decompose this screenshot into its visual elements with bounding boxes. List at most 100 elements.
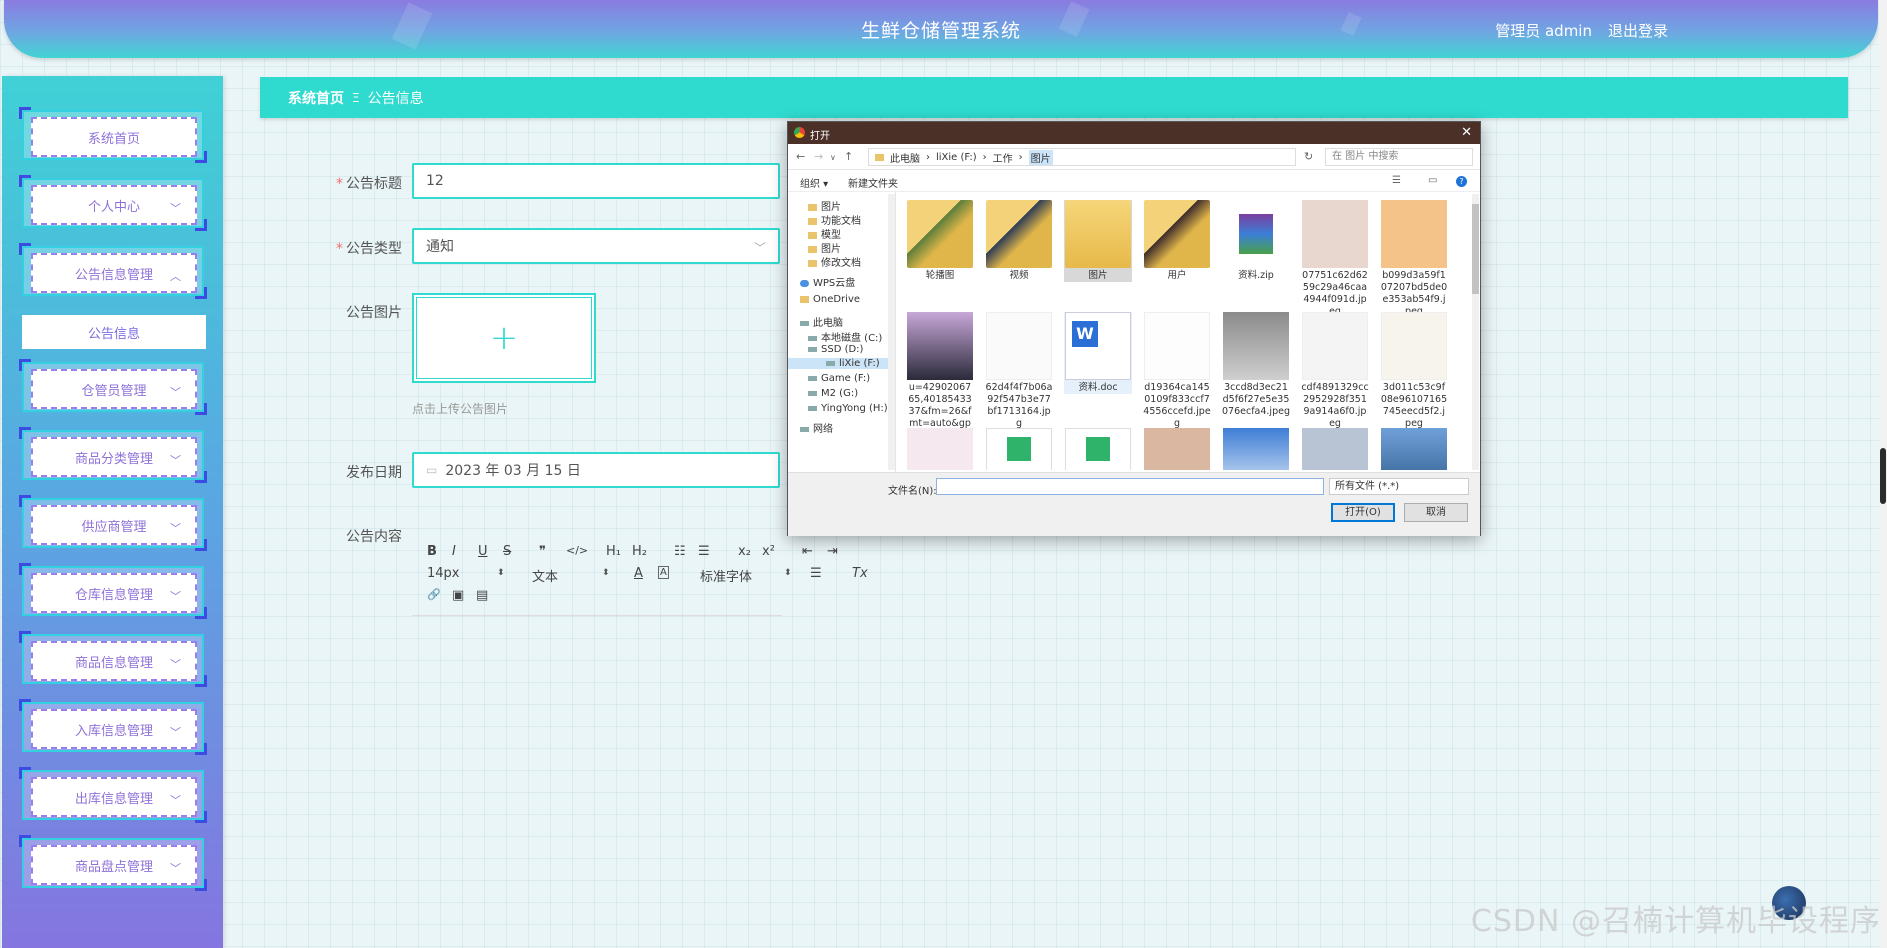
- video-button[interactable]: ▤: [476, 588, 488, 603]
- chevron-down-icon[interactable]: ∨: [830, 153, 836, 162]
- organize-button[interactable]: 组织 ▾: [800, 175, 828, 190]
- clear-format-button[interactable]: Tx: [852, 566, 868, 581]
- title-input[interactable]: 12: [412, 163, 780, 199]
- file-item[interactable]: [1064, 428, 1132, 470]
- file-item[interactable]: [906, 428, 974, 470]
- file-item[interactable]: [1301, 428, 1369, 470]
- nav-item[interactable]: liXie (F:): [788, 358, 888, 369]
- cancel-button[interactable]: 取消: [1404, 503, 1468, 522]
- italic-button[interactable]: I: [452, 544, 456, 559]
- align-button[interactable]: ☰: [810, 566, 822, 581]
- outdent-button[interactable]: ⇤: [802, 544, 813, 559]
- h1-button[interactable]: H₁: [606, 544, 621, 559]
- scrollbar-thumb[interactable]: [1880, 448, 1886, 504]
- file-item[interactable]: 图片: [1064, 200, 1132, 282]
- indent-button[interactable]: ⇥: [827, 544, 838, 559]
- forward-icon[interactable]: →: [814, 150, 823, 163]
- file-item[interactable]: 07751c62d6259c29a46caa4944f091d.jpeg: [1301, 200, 1369, 318]
- sidebar-item-inventory-check[interactable]: 商品盘点管理 ﹀: [19, 835, 207, 891]
- path-segment[interactable]: 图片: [1028, 149, 1053, 165]
- image-button[interactable]: ▣: [452, 588, 464, 603]
- sidebar-item-notice-management[interactable]: 公告信息管理 ︿: [19, 243, 207, 299]
- file-item[interactable]: 3d011c53c9f08e96107165745eecd5f2.jpeg: [1380, 312, 1448, 430]
- close-icon[interactable]: ✕: [1461, 125, 1472, 140]
- link-button[interactable]: 🔗: [427, 588, 441, 601]
- search-input[interactable]: 在 图片 中搜索: [1325, 148, 1473, 166]
- file-item[interactable]: d19364ca1450109f833ccf74556ccefd.jpeg: [1143, 312, 1211, 430]
- nav-item[interactable]: 网络: [800, 420, 833, 435]
- bullet-list-button[interactable]: ☰: [698, 544, 710, 559]
- font-color-button[interactable]: A: [634, 566, 643, 581]
- open-button[interactable]: 打开(O): [1331, 503, 1395, 522]
- file-item[interactable]: 用户: [1143, 200, 1211, 282]
- quote-button[interactable]: ❞: [539, 544, 546, 559]
- page-scrollbar[interactable]: [1879, 0, 1887, 948]
- nav-item[interactable]: 此电脑: [800, 314, 843, 329]
- code-button[interactable]: </>: [566, 544, 588, 557]
- font-size-select[interactable]: 14px ⬍: [427, 566, 505, 581]
- underline-button[interactable]: U: [478, 544, 488, 559]
- help-icon[interactable]: ?: [1456, 176, 1467, 187]
- rich-text-editor[interactable]: B I U S ❞ </> H₁ H₂ ☷ ☰ x₂ x² ⇤ ⇥ 14px ⬍ …: [412, 536, 868, 616]
- file-item[interactable]: u=4290206765,4018543337&fm=26&fmt=auto&g…: [906, 312, 974, 442]
- file-item[interactable]: [1143, 428, 1211, 470]
- bg-color-button[interactable]: A: [658, 566, 669, 579]
- logout-link[interactable]: 退出登录: [1608, 20, 1668, 41]
- nav-item[interactable]: 本地磁盘 (C:): [808, 329, 882, 344]
- nav-item[interactable]: 图片: [808, 198, 841, 213]
- nav-item[interactable]: OneDrive: [800, 294, 860, 305]
- path-segment[interactable]: 工作: [993, 150, 1013, 165]
- file-item[interactable]: 资料.zip: [1222, 200, 1290, 282]
- nav-scrollbar[interactable]: [888, 194, 895, 470]
- ordered-list-button[interactable]: ☷: [674, 544, 686, 559]
- sidebar-item-outbound-management[interactable]: 出库信息管理 ﹀: [19, 767, 207, 823]
- sidebar-item-supplier-management[interactable]: 供应商管理 ﹀: [19, 495, 207, 551]
- breadcrumb-home[interactable]: 系统首页: [288, 88, 344, 108]
- sidebar-item-keeper-management[interactable]: 仓管员管理 ﹀: [19, 359, 207, 415]
- superscript-button[interactable]: x²: [762, 544, 775, 559]
- file-item[interactable]: W 资料.doc: [1064, 312, 1132, 394]
- nav-item[interactable]: YingYong (H:): [808, 403, 888, 414]
- refresh-icon[interactable]: ↻: [1304, 150, 1313, 163]
- file-item[interactable]: cdf4891329cc2952928f3519a914a6f0.jpeg: [1301, 312, 1369, 430]
- file-item[interactable]: 3ccd8d3ec21d5f6f27e5e35076ecfa4.jpeg: [1222, 312, 1290, 418]
- sidebar-item-inbound-management[interactable]: 入库信息管理 ﹀: [19, 699, 207, 755]
- filename-input[interactable]: [936, 478, 1324, 495]
- sidebar-item-profile[interactable]: 个人中心 ﹀: [19, 175, 207, 231]
- image-upload[interactable]: +: [412, 293, 596, 383]
- nav-item[interactable]: SSD (D:): [808, 344, 863, 355]
- view-icon[interactable]: ☰: [1392, 175, 1401, 186]
- path-segment[interactable]: 此电脑: [890, 150, 920, 165]
- subscript-button[interactable]: x₂: [738, 544, 751, 559]
- file-item[interactable]: 视频: [985, 200, 1053, 282]
- files-scrollbar[interactable]: [1472, 194, 1479, 470]
- file-item[interactable]: 62d4f4f7b06a92f547b3e77bf1713164.jpg: [985, 312, 1053, 430]
- new-folder-button[interactable]: 新建文件夹: [848, 175, 898, 190]
- nav-item[interactable]: Game (F:): [808, 373, 870, 384]
- date-picker[interactable]: ▭ 2023 年 03 月 15 日: [412, 452, 780, 488]
- back-icon[interactable]: ←: [796, 150, 805, 163]
- file-item[interactable]: [1380, 428, 1448, 470]
- up-icon[interactable]: ↑: [844, 150, 853, 163]
- font-family-select[interactable]: 标准字体 ⬍: [700, 566, 792, 585]
- strike-button[interactable]: S: [503, 544, 511, 559]
- sidebar-subitem-notice-info[interactable]: 公告信息: [22, 315, 206, 349]
- nav-item[interactable]: 功能文档: [808, 212, 861, 227]
- nav-item[interactable]: M2 (G:): [808, 388, 858, 399]
- file-item[interactable]: 轮播图: [906, 200, 974, 282]
- path-box[interactable]: 此电脑 › liXie (F:) › 工作 › 图片: [868, 148, 1296, 166]
- sidebar-item-home[interactable]: 系统首页: [19, 107, 207, 163]
- sidebar-item-warehouse-management[interactable]: 仓库信息管理 ﹀: [19, 563, 207, 619]
- file-item[interactable]: [1222, 428, 1290, 470]
- sidebar-item-category-management[interactable]: 商品分类管理 ﹀: [19, 427, 207, 483]
- sidebar-item-product-management[interactable]: 商品信息管理 ﹀: [19, 631, 207, 687]
- path-segment[interactable]: liXie (F:): [936, 152, 977, 163]
- nav-item[interactable]: WPS云盘: [800, 274, 855, 289]
- type-select[interactable]: 通知 ﹀: [412, 228, 780, 264]
- bold-button[interactable]: B: [427, 544, 437, 559]
- h2-button[interactable]: H₂: [632, 544, 647, 559]
- nav-item[interactable]: 模型: [808, 226, 841, 241]
- filetype-select[interactable]: 所有文件 (*.*): [1329, 478, 1469, 495]
- file-item[interactable]: b099d3a59f107207bd5de0e353ab54f9.jpeg: [1380, 200, 1448, 318]
- file-item[interactable]: [985, 428, 1053, 470]
